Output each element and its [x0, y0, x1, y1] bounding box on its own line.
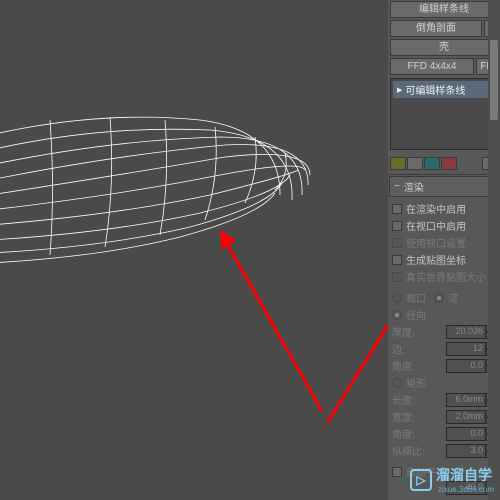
render-rollout-header[interactable]: 渲染: [389, 176, 499, 197]
radial-radio-row: 径向: [392, 306, 496, 323]
aspect-row: 纵横比: 3.0 ▲▼: [392, 442, 496, 459]
ffd-button[interactable]: FFD 4x4x4: [390, 58, 474, 75]
enable-in-viewport-checkbox[interactable]: [392, 221, 402, 231]
r-angle-input: 0.0: [446, 427, 486, 441]
modifier-stack-item-label: 可编辑样条线: [405, 82, 465, 97]
viewport-radio-row: 视口: [392, 289, 426, 306]
angle-input: 0.0: [446, 359, 486, 373]
enable-in-viewport-label: 在视口中启用: [406, 218, 466, 233]
width-row: 宽度: 2.0mm ▲▼: [392, 408, 496, 425]
thickness-row: 厚度: 20.036 ▲▼: [392, 323, 496, 340]
pin-stack-icon[interactable]: [390, 157, 406, 170]
render-radio: [434, 293, 444, 303]
shell-button[interactable]: 壳: [390, 39, 498, 56]
rectangular-radio: [392, 378, 402, 388]
watermark: ▷ 溜溜自学 zixue.3d66.com: [410, 465, 494, 494]
viewport-radio: [392, 293, 402, 303]
remove-modifier-icon[interactable]: [441, 157, 457, 170]
sides-label: 边:: [392, 341, 409, 356]
modifier-stack-item[interactable]: 可编辑样条线: [393, 81, 495, 98]
gen-mapping-label: 生成贴图坐标: [406, 252, 466, 267]
edit-spline-button[interactable]: 编辑样条线: [390, 1, 498, 18]
separator: [388, 174, 500, 175]
render-rollout-body: 在渲染中启用 在视口中启用 使用视口设置 生成贴图坐标 真实世界贴图大小 视口 …: [388, 198, 500, 500]
render-rollout-title: 渲染: [404, 179, 424, 194]
modifier-stack[interactable]: 可编辑样条线: [390, 78, 498, 150]
enable-in-render-checkbox[interactable]: [392, 204, 402, 214]
real-world-checkbox: [392, 272, 402, 282]
thickness-label: 厚度:: [392, 324, 419, 339]
length-row: 长度: 6.0mm ▲▼: [392, 391, 496, 408]
enable-in-viewport-row[interactable]: 在视口中启用: [392, 217, 496, 234]
rectangular-radio-row: 矩形: [392, 374, 496, 391]
sides-row: 边: 12 ▲▼: [392, 340, 496, 357]
viewport-3d[interactable]: [0, 0, 388, 500]
enable-in-render-row[interactable]: 在渲染中启用: [392, 200, 496, 217]
panel-scrollbar[interactable]: [488, 0, 500, 500]
stack-toolbar: [388, 154, 500, 173]
chamfer-button[interactable]: 倒角剖面: [390, 20, 482, 37]
play-icon: ▷: [410, 469, 432, 491]
use-viewport-settings-label: 使用视口设置: [406, 235, 466, 250]
auto-smooth-checkbox: [392, 467, 402, 477]
width-label: 宽度:: [392, 409, 419, 424]
radial-label: 径向: [406, 307, 426, 322]
aspect-input: 3.0: [446, 444, 486, 458]
render-radio-label: 渲: [448, 290, 458, 305]
enable-in-render-label: 在渲染中启用: [406, 201, 466, 216]
angle-row: 角度: 0.0 ▲▼: [392, 357, 496, 374]
aspect-label: 纵横比:: [392, 443, 429, 458]
modifier-panel: 编辑样条线 倒角剖面 壳 FFD 4x4x4 FN 可编辑样条线 渲染 在渲染中…: [388, 0, 500, 500]
use-viewport-settings-checkbox: [392, 238, 402, 248]
scrollbar-thumb[interactable]: [490, 40, 498, 120]
render-radio-row: 渲: [434, 289, 458, 306]
thickness-input: 20.036: [446, 325, 486, 339]
length-label: 长度:: [392, 392, 419, 407]
length-input: 6.0mm: [446, 393, 486, 407]
angle-label: 角度:: [392, 358, 419, 373]
r-angle-label: 角度:: [392, 426, 419, 441]
rectangular-label: 矩形: [406, 375, 426, 390]
real-world-row: 真实世界贴图大小: [392, 268, 496, 285]
watermark-url: zixue.3d66.com: [438, 485, 494, 494]
viewport-radio-label: 视口: [406, 290, 426, 305]
sides-input: 12: [446, 342, 486, 356]
gen-mapping-checkbox[interactable]: [392, 255, 402, 265]
r-angle-row: 角度: 0.0 ▲▼: [392, 425, 496, 442]
show-end-result-icon[interactable]: [407, 157, 423, 170]
real-world-label: 真实世界贴图大小: [406, 269, 486, 284]
radial-radio: [392, 310, 402, 320]
spline-wireframe: [0, 75, 388, 335]
gen-mapping-row[interactable]: 生成贴图坐标: [392, 251, 496, 268]
width-input: 2.0mm: [446, 410, 486, 424]
watermark-text: 溜溜自学: [436, 465, 494, 485]
use-viewport-settings-row: 使用视口设置: [392, 234, 496, 251]
make-unique-icon[interactable]: [424, 157, 440, 170]
